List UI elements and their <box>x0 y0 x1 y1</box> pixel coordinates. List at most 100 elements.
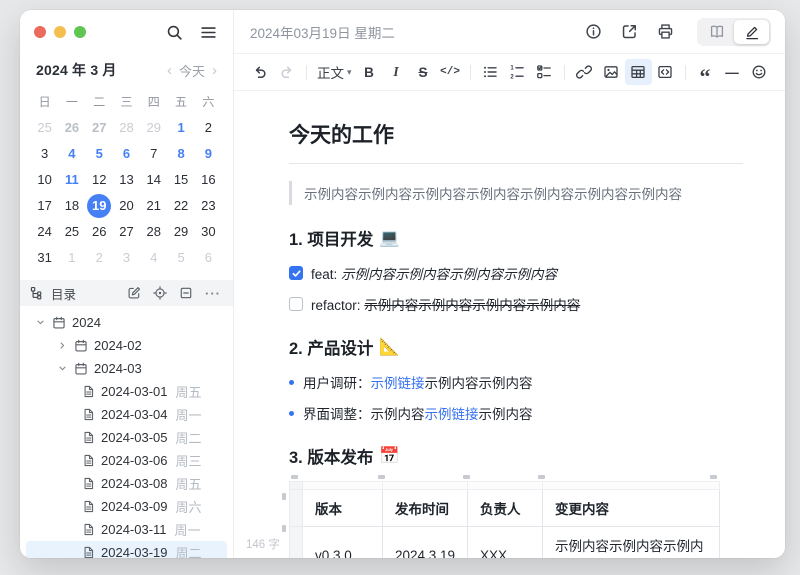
table-col-handle[interactable] <box>538 475 545 479</box>
calendar-day-cell[interactable]: 4 <box>58 141 85 166</box>
table-header-cell[interactable]: 变更内容 <box>542 489 720 527</box>
calendar-day-cell[interactable]: 11 <box>58 167 85 192</box>
tree-note-item[interactable]: 2024-03-01 周五 <box>26 380 227 403</box>
undo-icon[interactable] <box>246 59 273 85</box>
calendar-day-cell[interactable]: 6 <box>113 141 140 166</box>
sample-link[interactable]: 示例链接 <box>425 407 479 422</box>
strikethrough-button[interactable]: S <box>410 59 437 85</box>
tree-note-item[interactable]: 2024-03-05 周二 <box>26 426 227 449</box>
tree-folder-2024-02[interactable]: 2024-02 <box>26 334 227 357</box>
checkbox-unchecked[interactable] <box>289 297 303 311</box>
calendar-next-icon[interactable]: › <box>212 63 217 78</box>
chevron-down-icon[interactable] <box>56 364 68 373</box>
ordered-list-icon[interactable]: 12 <box>504 59 531 85</box>
chevron-down-icon[interactable] <box>34 318 46 327</box>
calendar-day-cell[interactable]: 3 <box>31 141 58 166</box>
tree-note-item[interactable]: 2024-03-04 周一 <box>26 403 227 426</box>
table-cell[interactable]: 示例内容示例内容示例内容 <box>542 526 720 558</box>
bullet-list-icon[interactable] <box>477 59 504 85</box>
menu-icon[interactable] <box>200 24 217 41</box>
calendar-day-cell[interactable]: 22 <box>167 193 194 218</box>
calendar-day-cell[interactable]: 21 <box>140 193 167 218</box>
checkbox-checked[interactable] <box>289 266 303 280</box>
calendar-day-cell[interactable]: 2 <box>195 115 222 140</box>
calendar-day-cell[interactable]: 23 <box>195 193 222 218</box>
image-icon[interactable] <box>598 59 625 85</box>
new-note-icon[interactable] <box>127 286 141 300</box>
collapse-all-icon[interactable] <box>179 286 193 300</box>
table-row-handle[interactable] <box>282 493 286 500</box>
calendar-day-cell[interactable]: 7 <box>140 141 167 166</box>
table-cell[interactable]: 2024.3.19 <box>382 526 468 558</box>
tree-note-item[interactable]: 2024-03-08 周五 <box>26 472 227 495</box>
tree-folder-2024-03[interactable]: 2024-03 <box>26 357 227 380</box>
tree-note-item[interactable]: 2024-03-06 周三 <box>26 449 227 472</box>
calendar-day-cell[interactable]: 20 <box>113 193 140 218</box>
link-icon[interactable] <box>571 59 598 85</box>
italic-button[interactable]: I <box>383 59 410 85</box>
close-window-button[interactable] <box>34 26 46 38</box>
table-col-handle[interactable] <box>710 475 717 479</box>
search-icon[interactable] <box>166 24 183 41</box>
calendar-day-cell[interactable]: 8 <box>167 141 194 166</box>
calendar-day-cell[interactable]: 26 <box>58 115 85 140</box>
calendar-day-cell[interactable]: 4 <box>140 245 167 270</box>
calendar-day-cell[interactable]: 16 <box>195 167 222 192</box>
calendar-day-cell[interactable]: 18 <box>58 193 85 218</box>
calendar-day-cell[interactable]: 14 <box>140 167 167 192</box>
calendar-day-cell[interactable]: 17 <box>31 193 58 218</box>
calendar-day-cell[interactable]: 2 <box>86 245 113 270</box>
calendar-today-button[interactable]: 今天 <box>179 61 205 80</box>
table-header-cell[interactable]: 版本 <box>302 489 383 527</box>
calendar-day-cell[interactable]: 6 <box>195 245 222 270</box>
calendar-day-cell[interactable]: 26 <box>86 219 113 244</box>
chevron-right-icon[interactable] <box>56 341 68 350</box>
tree-folder-2024[interactable]: 2024 <box>26 311 227 334</box>
table-gutter[interactable] <box>289 526 303 558</box>
export-icon[interactable] <box>621 23 638 40</box>
calendar-day-cell[interactable]: 25 <box>31 115 58 140</box>
calendar-day-cell[interactable]: 3 <box>113 245 140 270</box>
table-col-handle[interactable] <box>378 475 385 479</box>
tree-note-item[interactable]: 2024-03-19 周二 <box>26 541 227 558</box>
table-add-strip[interactable] <box>289 481 720 490</box>
calendar-day-cell[interactable]: 13 <box>113 167 140 192</box>
calendar-day-cell[interactable]: 25 <box>58 219 85 244</box>
paragraph-style-dropdown[interactable]: 正文 ▾ <box>313 59 356 85</box>
sample-link[interactable]: 示例链接 <box>371 376 425 391</box>
calendar-day-cell[interactable]: 19 <box>86 193 113 218</box>
calendar-day-cell[interactable]: 24 <box>31 219 58 244</box>
redo-icon[interactable] <box>273 59 300 85</box>
calendar-day-cell[interactable]: 29 <box>140 115 167 140</box>
calendar-day-cell[interactable]: 1 <box>58 245 85 270</box>
calendar-day-cell[interactable]: 9 <box>195 141 222 166</box>
table-gutter[interactable] <box>289 489 303 527</box>
locate-current-icon[interactable] <box>153 286 167 300</box>
editor-content[interactable]: 今天的工作 示例内容示例内容示例内容示例内容示例内容示例内容示例内容 1. 项目… <box>234 91 785 558</box>
emoji-icon[interactable] <box>746 59 773 85</box>
blockquote-icon[interactable]: “ <box>692 59 719 88</box>
table-header-cell[interactable]: 负责人 <box>467 489 543 527</box>
tree-note-item[interactable]: 2024-03-09 周六 <box>26 495 227 518</box>
table-col-handle[interactable] <box>291 475 298 479</box>
table-row-handle[interactable] <box>282 525 286 532</box>
calendar-day-cell[interactable]: 15 <box>167 167 194 192</box>
horizontal-rule-icon[interactable]: — <box>719 59 746 85</box>
calendar-day-cell[interactable]: 28 <box>113 115 140 140</box>
calendar-day-cell[interactable]: 5 <box>167 245 194 270</box>
code-block-icon[interactable] <box>652 59 679 85</box>
more-options-icon[interactable]: ··· <box>205 286 221 301</box>
table-icon[interactable] <box>624 59 652 85</box>
calendar-day-cell[interactable]: 27 <box>113 219 140 244</box>
bold-button[interactable]: B <box>356 59 383 85</box>
table-col-handle[interactable] <box>463 475 470 479</box>
calendar-day-cell[interactable]: 1 <box>167 115 194 140</box>
task-list-icon[interactable] <box>531 59 558 85</box>
tree-note-item[interactable]: 2024-03-11 周一 <box>26 518 227 541</box>
info-icon[interactable] <box>585 23 602 40</box>
calendar-day-cell[interactable]: 5 <box>86 141 113 166</box>
calendar-day-cell[interactable]: 29 <box>167 219 194 244</box>
zoom-window-button[interactable] <box>74 26 86 38</box>
table-cell[interactable]: XXX <box>467 526 543 558</box>
inline-code-button[interactable]: </> <box>437 59 464 85</box>
